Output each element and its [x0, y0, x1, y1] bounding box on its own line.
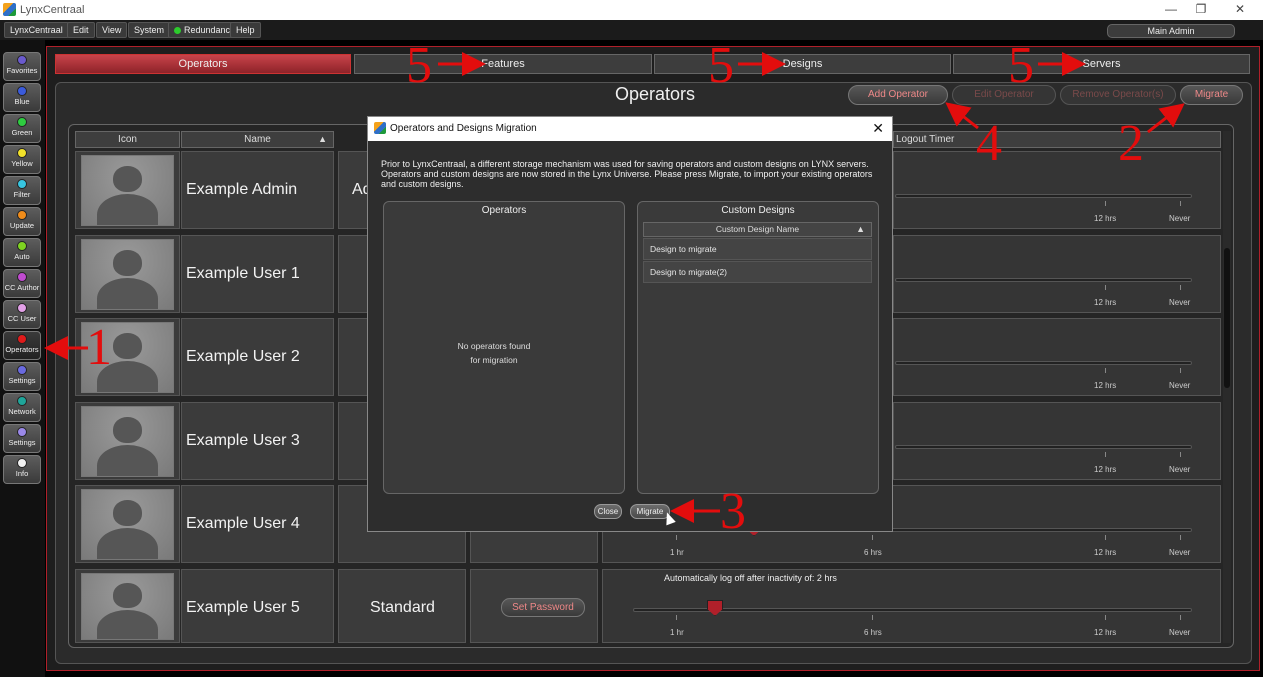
annotation-number-3: 3 [720, 483, 746, 540]
annotation-number-5: 5 [708, 37, 734, 94]
annotation-number-5: 5 [406, 37, 432, 94]
annotation-number-2: 2 [1118, 115, 1144, 172]
annotation-number-4: 4 [976, 115, 1002, 172]
annotation-number-1: 1 [86, 319, 112, 376]
annotation-arrow-2 [1147, 103, 1185, 134]
annotation-arrows [44, 52, 1185, 523]
annotation-arrow-4 [945, 102, 979, 130]
annotation-number-5: 5 [1008, 37, 1034, 94]
